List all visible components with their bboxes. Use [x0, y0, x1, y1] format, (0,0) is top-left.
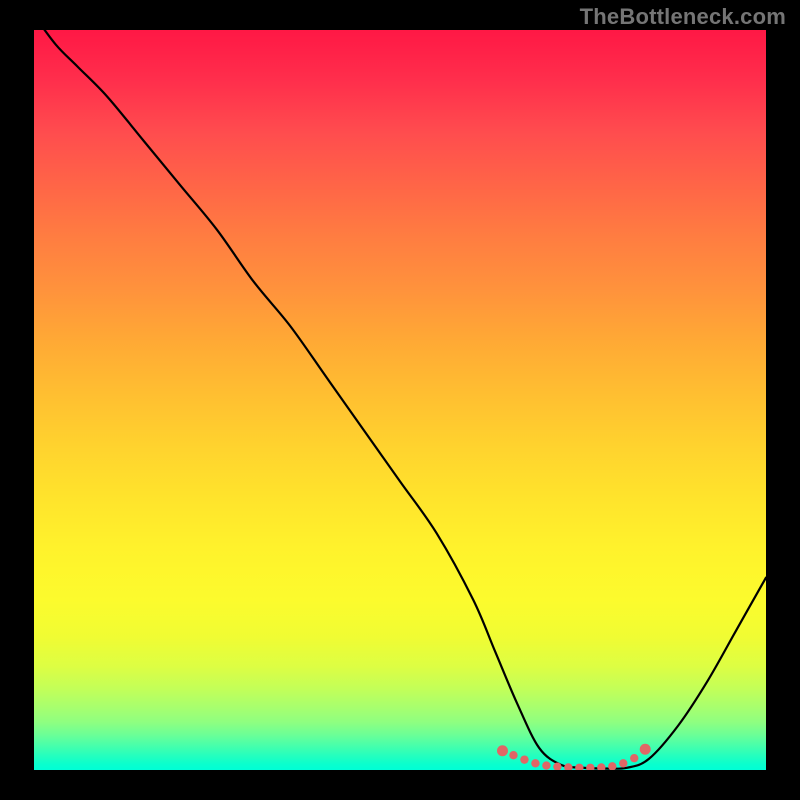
- watermark-text: TheBottleneck.com: [580, 4, 786, 30]
- marker-dot: [575, 764, 583, 770]
- marker-dot: [509, 751, 517, 759]
- marker-dot: [531, 759, 539, 767]
- marker-dot: [640, 744, 651, 755]
- marker-dot: [542, 761, 550, 769]
- marker-dot: [497, 745, 508, 756]
- marker-dot: [619, 759, 627, 767]
- marker-dot: [597, 763, 605, 770]
- bottleneck-curve-path: [34, 30, 766, 769]
- marker-dot: [630, 754, 638, 762]
- marker-dot: [586, 764, 594, 770]
- marker-dot: [564, 763, 572, 770]
- plot-area: [34, 30, 766, 770]
- curve-svg: [34, 30, 766, 770]
- chart-container: TheBottleneck.com: [0, 0, 800, 800]
- bottleneck-range-dots: [497, 744, 651, 770]
- marker-dot: [520, 755, 528, 763]
- marker-dot: [608, 762, 616, 770]
